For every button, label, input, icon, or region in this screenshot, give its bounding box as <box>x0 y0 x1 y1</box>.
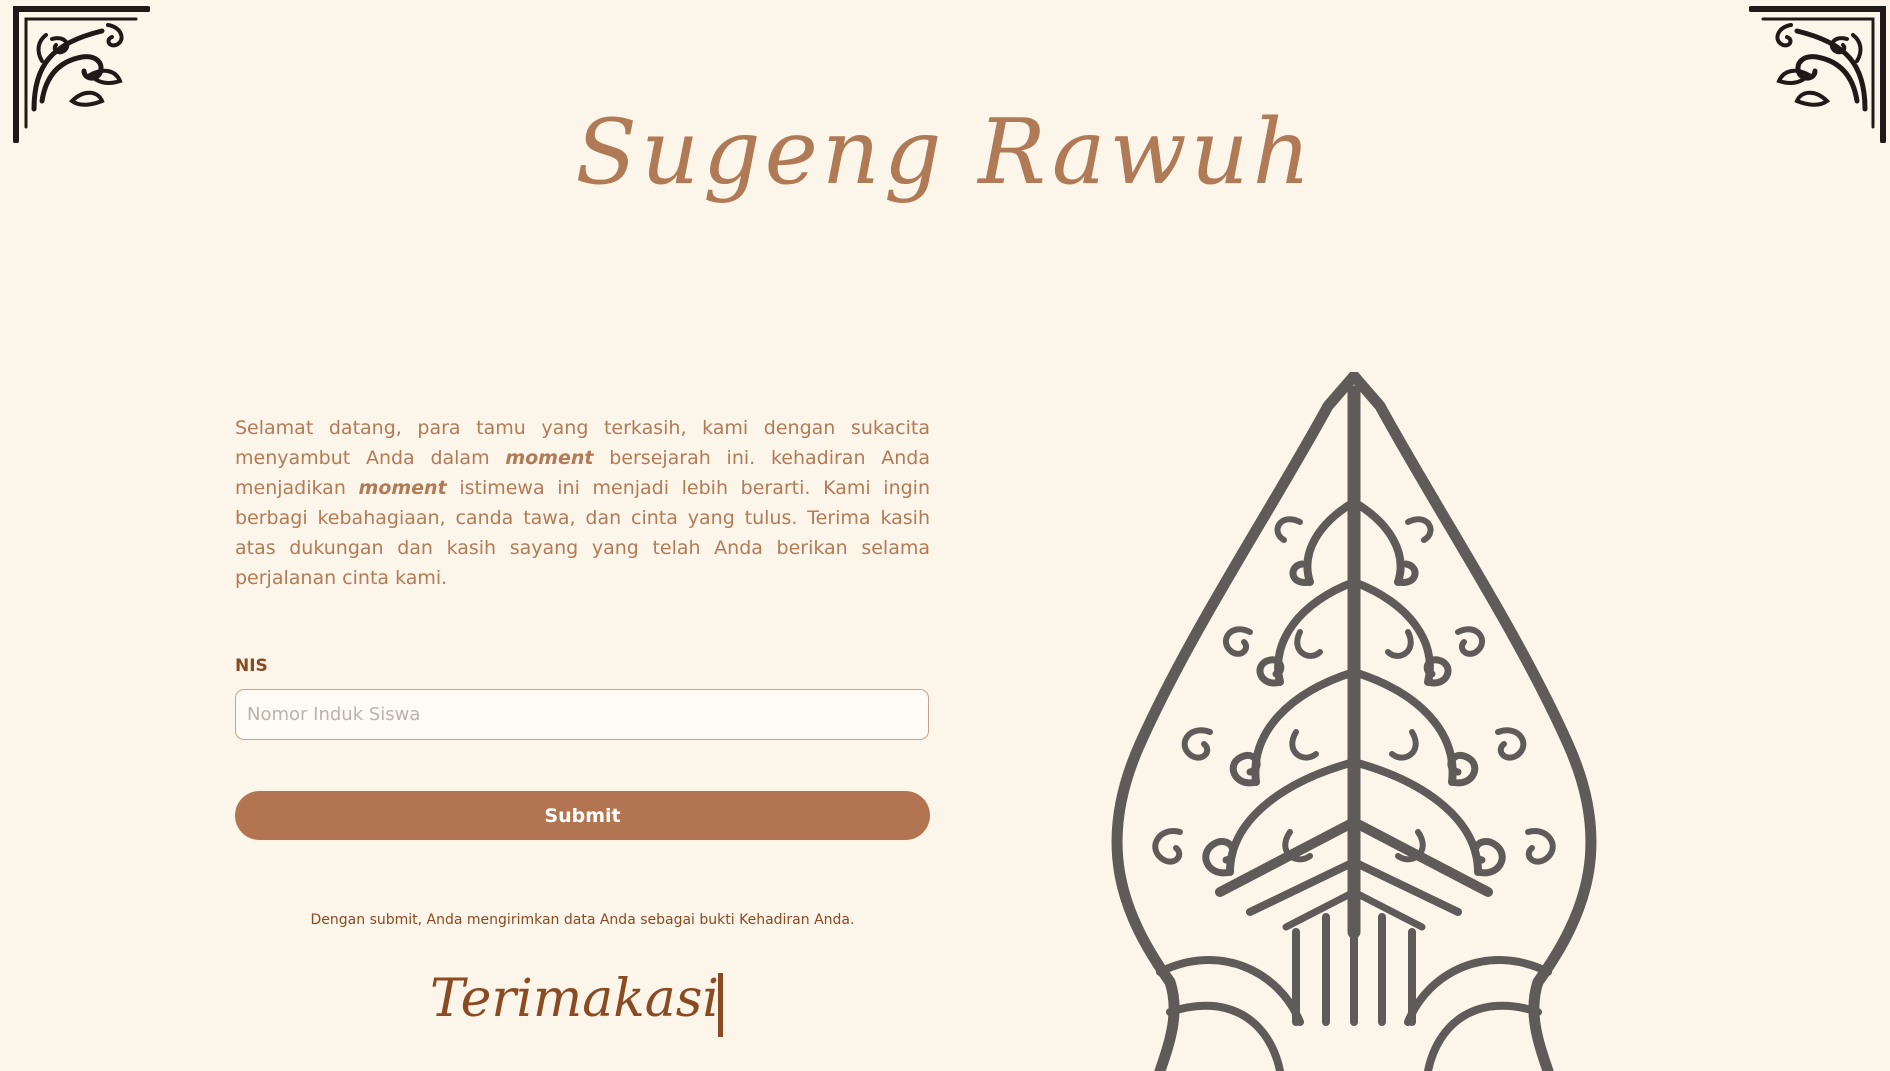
page-title: Sugeng Rawuh <box>575 100 1315 205</box>
nis-label: NIS <box>235 656 268 676</box>
submit-button[interactable]: Submit <box>235 791 930 840</box>
thanks-text: Terimakasi <box>430 969 720 1029</box>
gunungan-wayang-icon <box>1111 372 1597 1071</box>
welcome-page: Sugeng Rawuh Selamat datang, para tamu y… <box>0 0 1890 1071</box>
welcome-message: Selamat datang, para tamu yang terkasih,… <box>235 413 930 593</box>
submit-note: Dengan submit, Anda mengirimkan data And… <box>310 912 855 928</box>
emphasis-moment-1: moment <box>505 447 594 469</box>
emphasis-moment-2: moment <box>358 477 447 499</box>
nis-input[interactable] <box>235 689 929 740</box>
text-cursor <box>718 973 723 1037</box>
